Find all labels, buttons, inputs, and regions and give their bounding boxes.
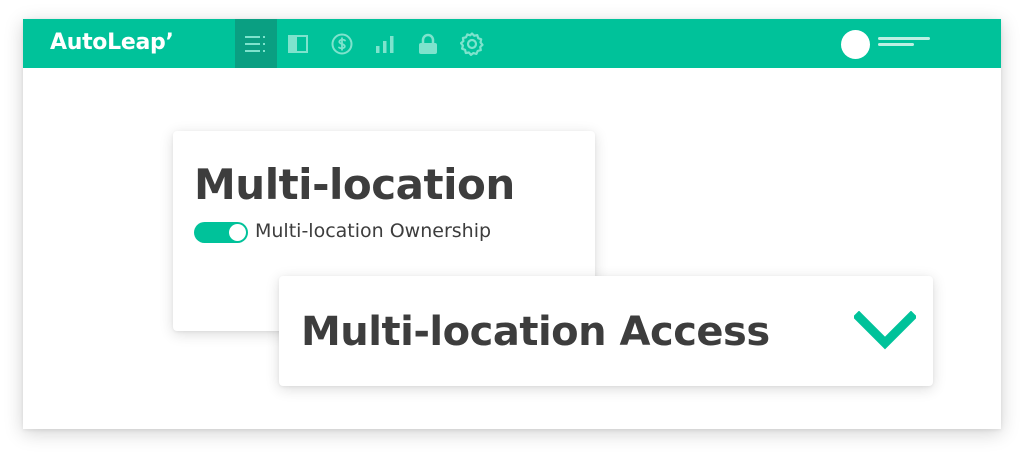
bar-chart-icon <box>376 35 394 53</box>
chevron-down-icon[interactable] <box>854 311 916 351</box>
lock-icon <box>419 33 437 54</box>
logo-mark: ’ <box>165 30 174 55</box>
gear-icon <box>460 31 484 56</box>
panel-layout-icon <box>288 34 308 53</box>
user-name-placeholder[interactable] <box>878 36 934 52</box>
app-logo[interactable]: AutoLeap’ <box>50 28 174 58</box>
menu-list-icon <box>245 35 265 52</box>
settings-card-title: Multi-location <box>194 160 515 209</box>
nav-panel-layout-icon[interactable] <box>277 19 319 68</box>
toggle-knob <box>229 224 246 241</box>
dollar-icon <box>331 33 353 54</box>
toggle-label: Multi-location Ownership <box>255 220 492 242</box>
multi-location-access-card[interactable]: Multi-location Access <box>279 276 933 386</box>
user-avatar[interactable] <box>841 30 870 59</box>
nav-gear-icon[interactable] <box>451 19 493 68</box>
logo-text: AutoLeap <box>50 30 166 55</box>
top-navigation-bar: AutoLeap’ <box>23 19 1001 68</box>
nav-lock-icon[interactable] <box>407 19 449 68</box>
multi-location-ownership-toggle[interactable] <box>194 222 248 243</box>
nav-dollar-icon[interactable] <box>321 19 363 68</box>
access-card-title: Multi-location Access <box>301 309 770 355</box>
nav-bar-chart-icon[interactable] <box>364 19 406 68</box>
nav-menu-list-icon[interactable] <box>235 19 277 68</box>
